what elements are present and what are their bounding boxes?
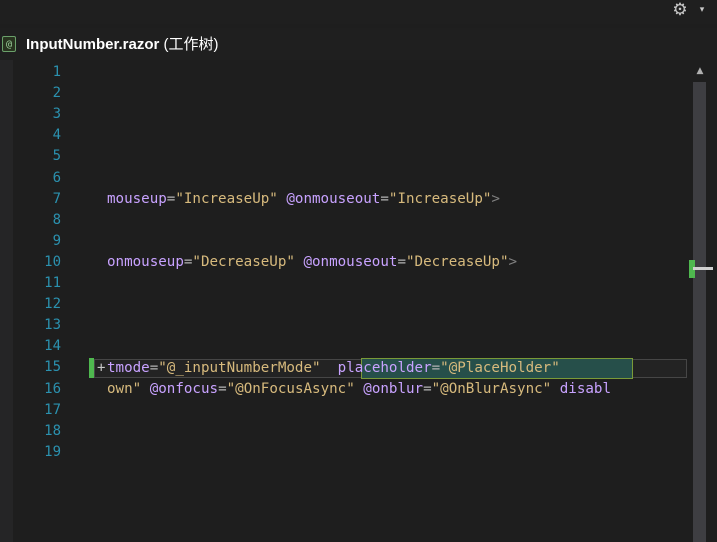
- line-number: 5: [52, 148, 61, 165]
- line-number: 9: [52, 232, 61, 249]
- code-line-16[interactable]: own" @onfocus="@OnFocusAsync" @onblur="@…: [107, 379, 611, 400]
- attribute-name: disabl: [559, 381, 612, 397]
- attribute-value: "@OnBlurAsync": [431, 381, 552, 397]
- code-line-7[interactable]: mouseup="IncreaseUp" @onmouseout="Increa…: [107, 189, 500, 210]
- attribute-name: @onblur: [363, 381, 424, 397]
- line-number: 2: [52, 85, 61, 102]
- line-number: 3: [52, 106, 61, 123]
- line-number: 10: [44, 253, 61, 270]
- chevron-down-icon[interactable]: ▾: [696, 1, 708, 19]
- line-number: 19: [44, 443, 61, 460]
- attribute-name: @onfocus: [149, 381, 219, 397]
- change-marker-bar: [89, 358, 94, 378]
- line-number: 1: [52, 64, 61, 80]
- tag-delimiter: >: [491, 191, 500, 207]
- code-editor[interactable]: 1 2 3 4 5 6 7 8 9 10 11 12 13 14 15 16 17 18 19 + mouseup=…: [0, 60, 717, 542]
- attribute-name-selected: placeholder: [337, 360, 432, 376]
- line-number: 14: [44, 338, 61, 355]
- file-name: InputNumber.razor: [26, 36, 160, 53]
- attribute-name: @onmouseout: [303, 254, 398, 270]
- line-number: 8: [52, 211, 61, 228]
- scrollbar-caret-position: [693, 267, 713, 270]
- attribute-name: @onmouseout: [286, 191, 381, 207]
- attribute-value: "DecreaseUp": [192, 254, 295, 270]
- line-number: 17: [44, 401, 61, 418]
- line-number: 18: [44, 422, 61, 439]
- attribute-name: onmouseup: [107, 254, 184, 270]
- line-number: 12: [44, 296, 61, 313]
- line-number: 6: [52, 169, 61, 186]
- attribute-value: own": [107, 381, 142, 397]
- code-text-area[interactable]: mouseup="IncreaseUp" @onmouseout="Increa…: [107, 60, 687, 542]
- indicator-margin: [0, 60, 13, 542]
- top-toolbar: ⚙ ▾: [0, 0, 717, 24]
- file-status-suffix: (工作树): [159, 36, 219, 53]
- gear-icon[interactable]: ⚙: [669, 0, 691, 20]
- scrollbar-track[interactable]: [693, 82, 706, 542]
- line-number: 7: [52, 190, 61, 207]
- code-line-15[interactable]: tmode="@_inputNumberMode" placeholder="@…: [107, 358, 560, 379]
- line-number: 4: [52, 127, 61, 144]
- scroll-up-arrow-icon[interactable]: ▲: [692, 64, 708, 78]
- attribute-value: "@_inputNumberMode": [158, 360, 321, 376]
- tag-delimiter: >: [508, 254, 518, 270]
- razor-file-icon: @: [2, 36, 16, 52]
- line-number: 11: [44, 275, 61, 291]
- code-line-10[interactable]: onmouseup="DecreaseUp" @onmouseout="Decr…: [107, 252, 517, 273]
- attribute-value: "IncreaseUp": [175, 191, 278, 207]
- attribute-value-selected: "@PlaceHolder": [440, 360, 560, 376]
- attribute-value: "IncreaseUp": [388, 191, 492, 207]
- document-title-bar: @ InputNumber.razor (工作树): [0, 28, 717, 60]
- line-number: 15: [44, 359, 61, 376]
- attribute-value: "DecreaseUp": [405, 254, 509, 270]
- line-number: 13: [44, 317, 61, 334]
- attribute-name: mouseup: [107, 191, 167, 207]
- attribute-value: "@OnFocusAsync": [226, 381, 355, 397]
- document-title: InputNumber.razor (工作树): [26, 36, 219, 54]
- attribute-name: tmode: [107, 360, 150, 376]
- line-number: 16: [44, 380, 61, 397]
- line-number-gutter: 1 2 3 4 5 6 7 8 9 10 11 12 13 14 15 16 17 18 19: [13, 60, 63, 542]
- expand-diff-icon[interactable]: +: [97, 358, 105, 379]
